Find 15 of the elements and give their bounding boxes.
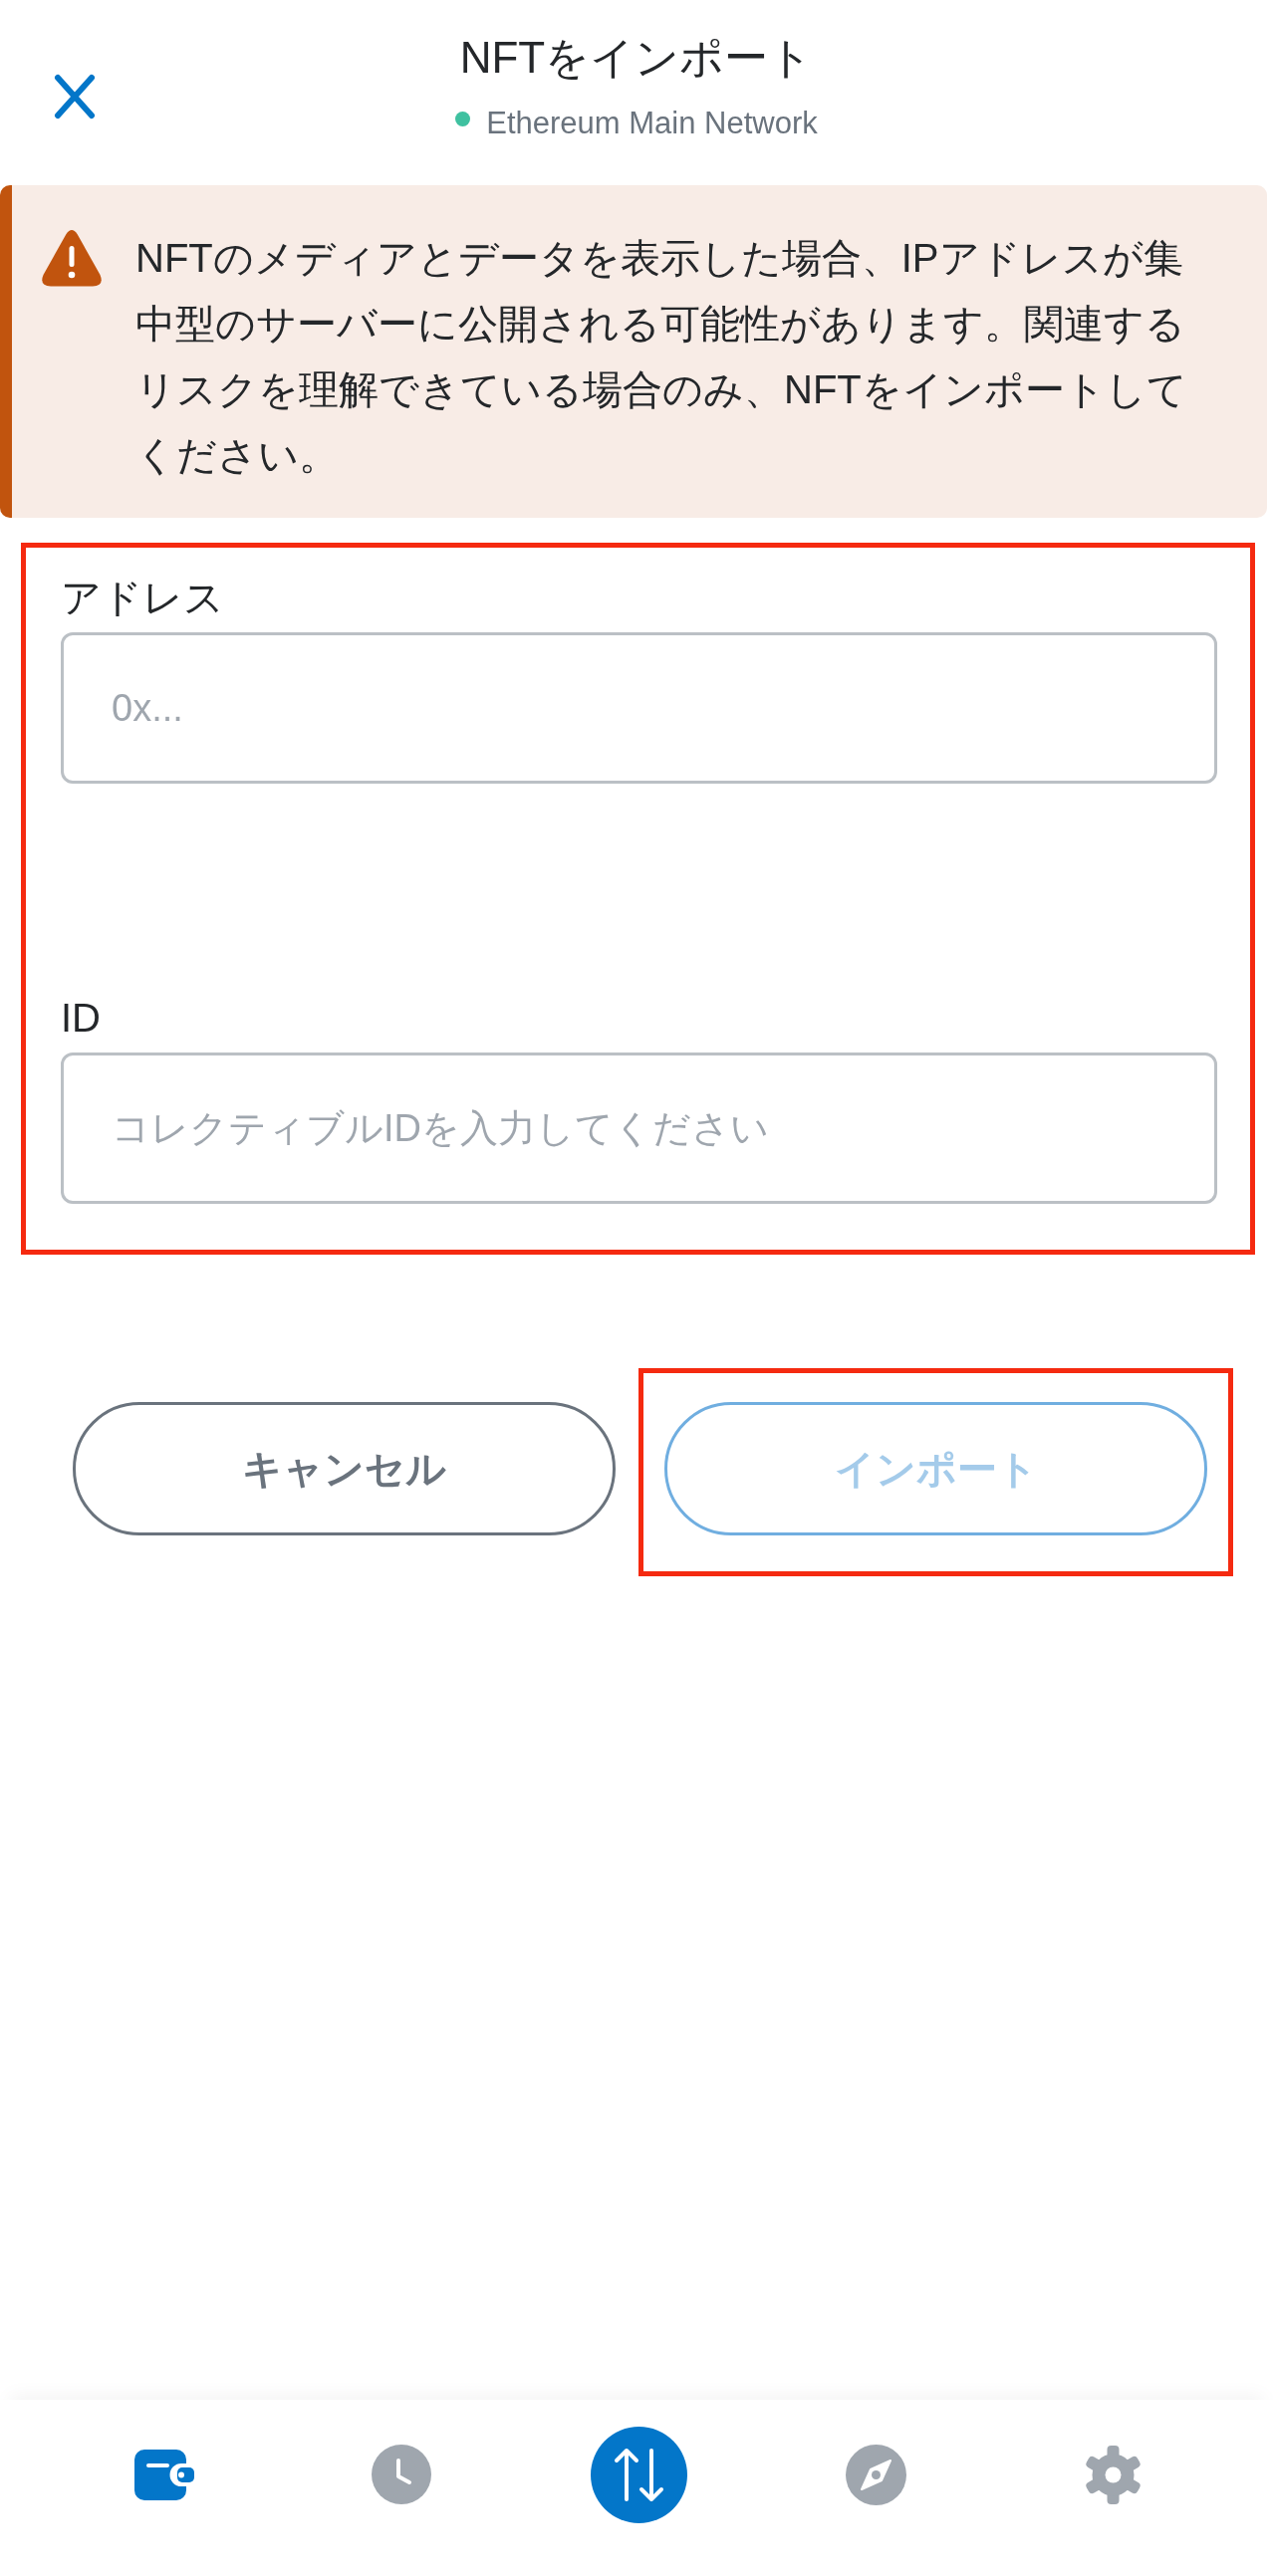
clock-icon[interactable]	[372, 2445, 431, 2504]
swap-arrows-icon[interactable]	[590, 2426, 687, 2523]
warning-text: NFTのメディアとデータを表示した場合、IPアドレスが集中型のサーバーに公開される可能性があります。関連するリスクを理解できている場合のみ、NFTをインポートしてください。	[135, 235, 1188, 479]
input-field[interactable]: コレクティブルIDを入力してください	[61, 1053, 1217, 1204]
input-field[interactable]: 0x...	[61, 632, 1217, 784]
page-title: NFTをインポート	[459, 32, 814, 84]
network-name: Ethereum Main Network	[486, 105, 818, 142]
compass-icon[interactable]	[845, 2444, 906, 2505]
status-dot-icon	[455, 112, 471, 126]
close-icon[interactable]	[54, 74, 96, 119]
wallet-icon[interactable]	[134, 2449, 194, 2500]
field-label: アドレス	[61, 575, 224, 621]
field-label: ID	[61, 995, 101, 1042]
warning-icon	[41, 229, 103, 287]
cancel-button[interactable]: キャンセル	[73, 1402, 616, 1535]
